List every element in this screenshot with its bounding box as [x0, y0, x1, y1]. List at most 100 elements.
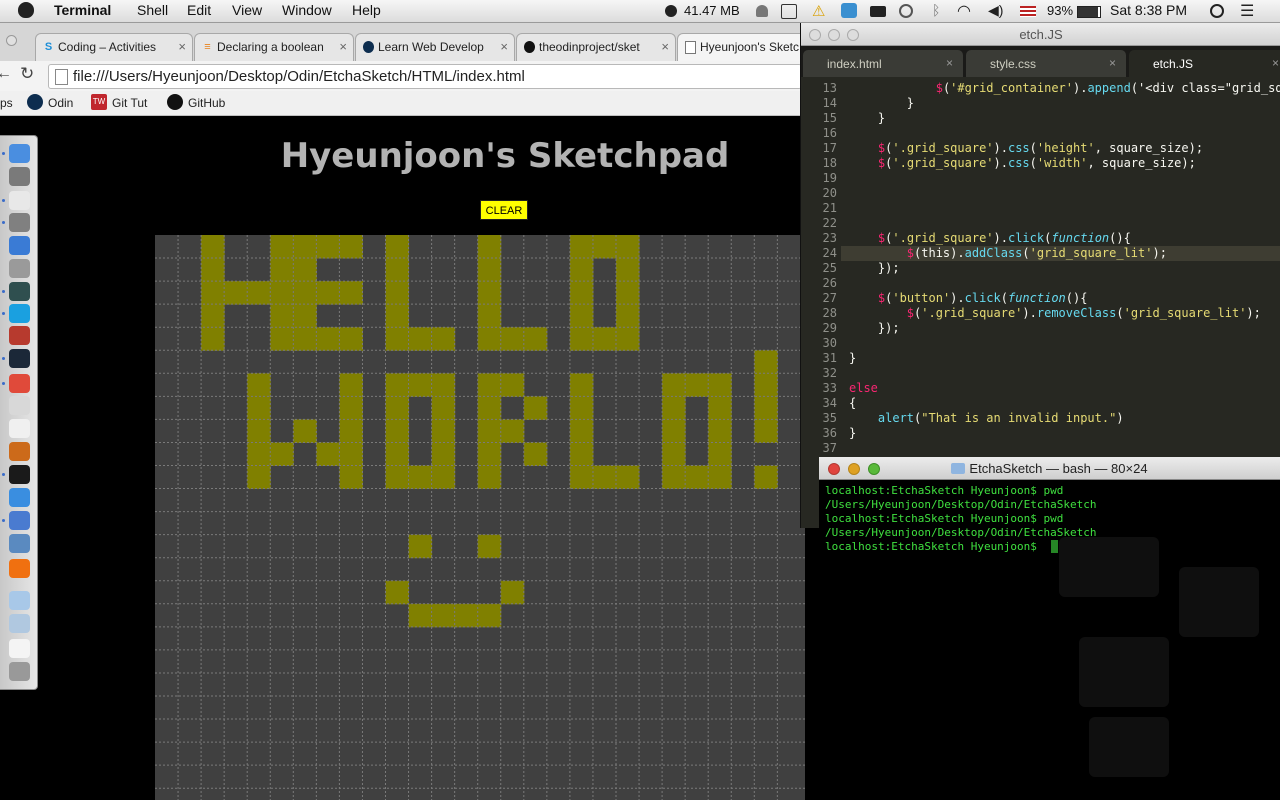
url-text[interactable]: file:///Users/Hyeunjoon/Desktop/Odin/Etc… [73, 68, 525, 85]
xcode-icon[interactable] [9, 511, 30, 530]
grid-square-lit[interactable] [616, 235, 640, 259]
grid-square-lit[interactable] [569, 396, 594, 420]
j-app-icon[interactable] [9, 419, 30, 438]
bookmark-git-tut[interactable]: Git Tut [112, 96, 147, 110]
terminal-output[interactable]: localhost:EtchaSketch Hyeunjoon$ pwd/Use… [819, 480, 1280, 800]
grid-square-lit[interactable] [201, 327, 225, 351]
notification-center-icon[interactable]: ☰ [1240, 1, 1254, 20]
menu-window[interactable]: Window [282, 2, 332, 18]
grid-square-lit[interactable] [385, 465, 410, 490]
lightroom-icon[interactable] [9, 349, 30, 368]
grid-square-lit[interactable] [708, 419, 732, 443]
grid-square-lit[interactable] [385, 419, 410, 443]
code-line[interactable]: else [849, 381, 878, 396]
grid-square-lit[interactable] [754, 419, 778, 443]
grid-square-lit[interactable] [662, 419, 686, 443]
grid-square-lit[interactable] [662, 465, 686, 490]
grid-square-lit[interactable] [592, 235, 617, 259]
menu-help[interactable]: Help [352, 2, 381, 18]
app-store-icon[interactable] [9, 488, 30, 507]
grid-square-lit[interactable] [569, 419, 594, 443]
code-line[interactable]: $('#grid_container').append('<div class=… [849, 81, 1280, 96]
grid-square-lit[interactable] [385, 235, 410, 259]
grid-square-lit[interactable] [500, 373, 525, 397]
grid-square-lit[interactable] [477, 442, 502, 466]
word-icon[interactable] [9, 236, 30, 255]
memory-icon[interactable] [665, 5, 677, 17]
grid-square-lit[interactable] [569, 373, 594, 397]
grid-square-lit[interactable] [385, 281, 410, 305]
tab-coding-activities[interactable]: S Coding – Activities × [35, 33, 193, 62]
close-icon[interactable]: × [178, 39, 186, 54]
vlc-icon[interactable] [9, 559, 30, 578]
grid-square-lit[interactable] [708, 396, 732, 420]
grid-square-lit[interactable] [477, 304, 502, 328]
grid-square-lit[interactable] [201, 304, 225, 328]
shield-icon[interactable] [781, 4, 797, 19]
grid-square-lit[interactable] [477, 419, 502, 443]
grid-square-lit[interactable] [662, 373, 686, 397]
battery-percent[interactable]: 93% [1047, 3, 1073, 18]
grid-square-lit[interactable] [477, 281, 502, 305]
finder-icon[interactable] [9, 144, 30, 163]
printer-icon[interactable] [9, 259, 30, 278]
code-line[interactable]: $(this).addClass('grid_square_lit'); [849, 246, 1167, 261]
grid-square-lit[interactable] [616, 304, 640, 328]
skype-icon[interactable] [9, 304, 30, 323]
grid-square-lit[interactable] [431, 373, 456, 397]
grid-square-lit[interactable] [339, 281, 363, 305]
folder-icon[interactable] [9, 591, 30, 610]
grid-square-lit[interactable] [293, 281, 317, 305]
grid-square-lit[interactable] [201, 281, 225, 305]
terminal-icon[interactable] [9, 465, 30, 484]
grid-square-lit[interactable] [592, 465, 617, 490]
bookmark-odin[interactable]: Odin [48, 96, 73, 110]
reload-icon[interactable]: ↻ [20, 64, 34, 84]
grid-square-lit[interactable] [431, 396, 456, 420]
tw-icon[interactable]: TW [91, 94, 107, 110]
code-line[interactable]: }); [849, 261, 900, 276]
trash-icon[interactable] [9, 662, 30, 681]
grid-square-lit[interactable] [477, 534, 502, 559]
grid-square-lit[interactable] [477, 396, 502, 420]
spotlight-search-icon[interactable] [1210, 4, 1224, 18]
address-bar[interactable]: file:///Users/Hyeunjoon/Desktop/Odin/Etc… [48, 64, 802, 89]
grid-square-lit[interactable] [477, 465, 502, 490]
us-flag-icon[interactable] [1020, 6, 1036, 17]
grid-square-lit[interactable] [339, 396, 363, 420]
grid-square-lit[interactable] [339, 327, 363, 351]
grid-square-lit[interactable] [754, 350, 778, 374]
grid-square-lit[interactable] [408, 603, 433, 628]
grid-square-lit[interactable] [293, 304, 317, 328]
grid-square-lit[interactable] [270, 258, 294, 282]
grid-square-lit[interactable] [408, 373, 433, 397]
grid-square-lit[interactable] [339, 373, 363, 397]
time-machine-icon[interactable] [899, 4, 913, 18]
grid-square-lit[interactable] [316, 442, 340, 466]
menu-view[interactable]: View [232, 2, 262, 18]
grid-square-lit[interactable] [247, 442, 271, 466]
chrome-icon[interactable] [9, 374, 30, 393]
battery-icon[interactable] [1077, 6, 1101, 18]
grid-square-lit[interactable] [385, 373, 410, 397]
grid-square-lit[interactable] [293, 327, 317, 351]
grid-square-lit[interactable] [523, 442, 548, 466]
grid-square-lit[interactable] [662, 442, 686, 466]
grid-square-lit[interactable] [270, 235, 294, 259]
grid-square-lit[interactable] [685, 465, 709, 490]
grid-square-lit[interactable] [431, 327, 456, 351]
close-icon[interactable]: × [946, 56, 953, 70]
menu-shell[interactable]: Shell [137, 2, 168, 18]
grid-square-lit[interactable] [454, 603, 479, 628]
code-line[interactable]: }); [849, 321, 900, 336]
mail-icon[interactable] [9, 167, 30, 186]
grid-square-lit[interactable] [293, 235, 317, 259]
editor-tab-style-css[interactable]: style.css × [966, 50, 1126, 77]
grid-square-lit[interactable] [270, 327, 294, 351]
grid-square-lit[interactable] [408, 327, 433, 351]
grid-square-lit[interactable] [569, 235, 594, 259]
code-line[interactable]: } [849, 111, 885, 126]
grid-square-lit[interactable] [385, 580, 410, 605]
dropbox-icon[interactable] [841, 3, 857, 18]
grid-square-lit[interactable] [339, 465, 363, 490]
